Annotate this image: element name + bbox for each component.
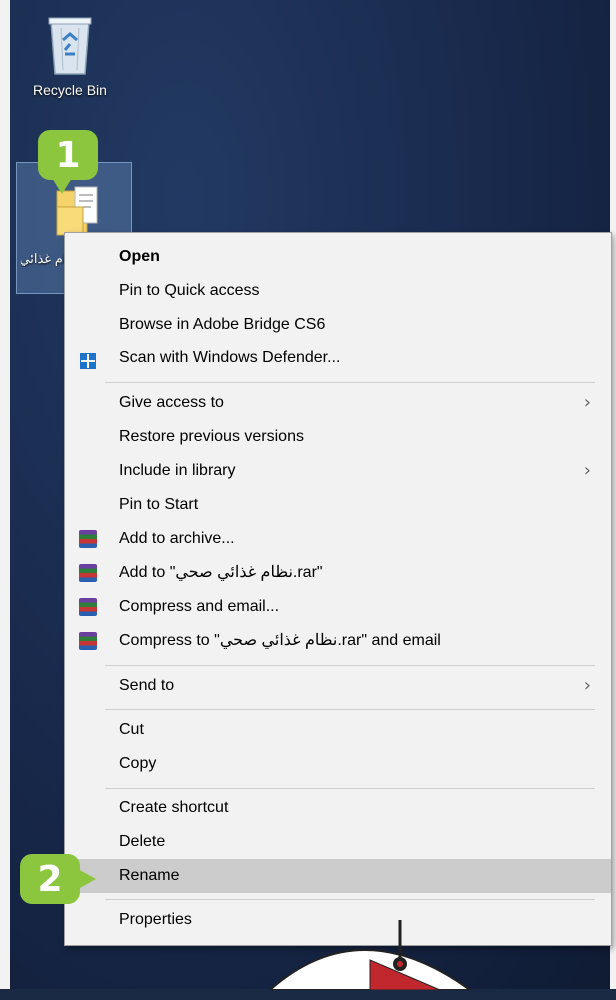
- menu-item-copy[interactable]: Copy: [65, 747, 611, 781]
- menu-separator: [105, 665, 595, 666]
- menu-item-label: Cut: [119, 721, 144, 738]
- menu-item-delete[interactable]: Delete: [65, 825, 611, 859]
- menu-separator: [105, 788, 595, 789]
- step-2-badge: 2: [20, 854, 96, 904]
- menu-item-label: Pin to Start: [119, 496, 199, 513]
- menu-item-browse-bridge[interactable]: Browse in Adobe Bridge CS6: [65, 308, 611, 342]
- recycle-bin-shortcut[interactable]: Recycle Bin: [20, 14, 120, 98]
- winrar-icon: [79, 598, 97, 616]
- menu-item-label: Copy: [119, 755, 157, 772]
- menu-item-pin-start[interactable]: Pin to Start: [65, 488, 611, 522]
- menu-item-label: Browse in Adobe Bridge CS6: [119, 316, 326, 333]
- menu-item-pin-quick-access[interactable]: Pin to Quick access: [65, 274, 611, 308]
- menu-item-cut[interactable]: Cut: [65, 713, 611, 747]
- desktop: Recycle Bin نظام غذائي صحي 1 Open Pin to…: [0, 0, 616, 991]
- menu-item-label: Pin to Quick access: [119, 282, 260, 299]
- menu-item-label: Scan with Windows Defender...: [119, 349, 341, 366]
- menu-item-compress-rar-email[interactable]: Compress to "نظام غذائي صحي.rar" and ema…: [65, 624, 611, 658]
- pointer-graphic: [240, 920, 500, 1000]
- menu-item-label: Add to archive...: [119, 530, 235, 547]
- menu-item-include-library[interactable]: Include in library ›: [65, 454, 611, 488]
- menu-item-restore-versions[interactable]: Restore previous versions: [65, 420, 611, 454]
- menu-item-label: Open: [119, 248, 160, 265]
- menu-item-add-archive[interactable]: Add to archive...: [65, 522, 611, 556]
- chevron-right-icon: ›: [583, 675, 591, 696]
- windows-defender-icon: [79, 349, 97, 369]
- menu-item-label: Rename: [119, 867, 180, 884]
- menu-item-add-to-rar[interactable]: Add to "نظام غذائي صحي.rar": [65, 556, 611, 590]
- menu-item-label: Compress to "نظام غذائي صحي.rar" and ema…: [119, 632, 441, 649]
- winrar-icon: [79, 632, 97, 650]
- winrar-icon: [79, 564, 97, 582]
- menu-item-label: Add to "نظام غذائي صحي.rar": [119, 564, 323, 581]
- menu-item-label: Properties: [119, 911, 192, 928]
- menu-item-send-to[interactable]: Send to ›: [65, 669, 611, 703]
- menu-item-label: Delete: [119, 833, 166, 850]
- recycle-bin-label: Recycle Bin: [33, 82, 107, 98]
- menu-item-open[interactable]: Open: [65, 240, 611, 274]
- menu-item-rename[interactable]: Rename: [65, 859, 611, 893]
- menu-item-scan-defender[interactable]: Scan with Windows Defender...: [65, 341, 611, 375]
- menu-separator: [105, 709, 595, 710]
- chevron-right-icon: ›: [583, 392, 591, 413]
- step-1-badge: 1: [38, 130, 98, 194]
- recycle-bin-icon: [47, 14, 93, 76]
- winrar-icon: [79, 530, 97, 548]
- menu-item-label: Send to: [119, 677, 175, 694]
- menu-separator: [105, 382, 595, 383]
- menu-item-label: Create shortcut: [119, 799, 229, 816]
- chevron-right-icon: ›: [583, 460, 591, 481]
- menu-item-label: Compress and email...: [119, 598, 280, 615]
- menu-item-create-shortcut[interactable]: Create shortcut: [65, 791, 611, 825]
- menu-item-label: Give access to: [119, 394, 224, 411]
- left-border: [0, 0, 10, 989]
- menu-item-compress-email[interactable]: Compress and email...: [65, 590, 611, 624]
- menu-item-give-access[interactable]: Give access to ›: [65, 386, 611, 420]
- context-menu: Open Pin to Quick access Browse in Adobe…: [64, 232, 612, 946]
- menu-separator: [105, 899, 595, 900]
- menu-item-label: Restore previous versions: [119, 428, 304, 445]
- menu-item-label: Include in library: [119, 462, 236, 479]
